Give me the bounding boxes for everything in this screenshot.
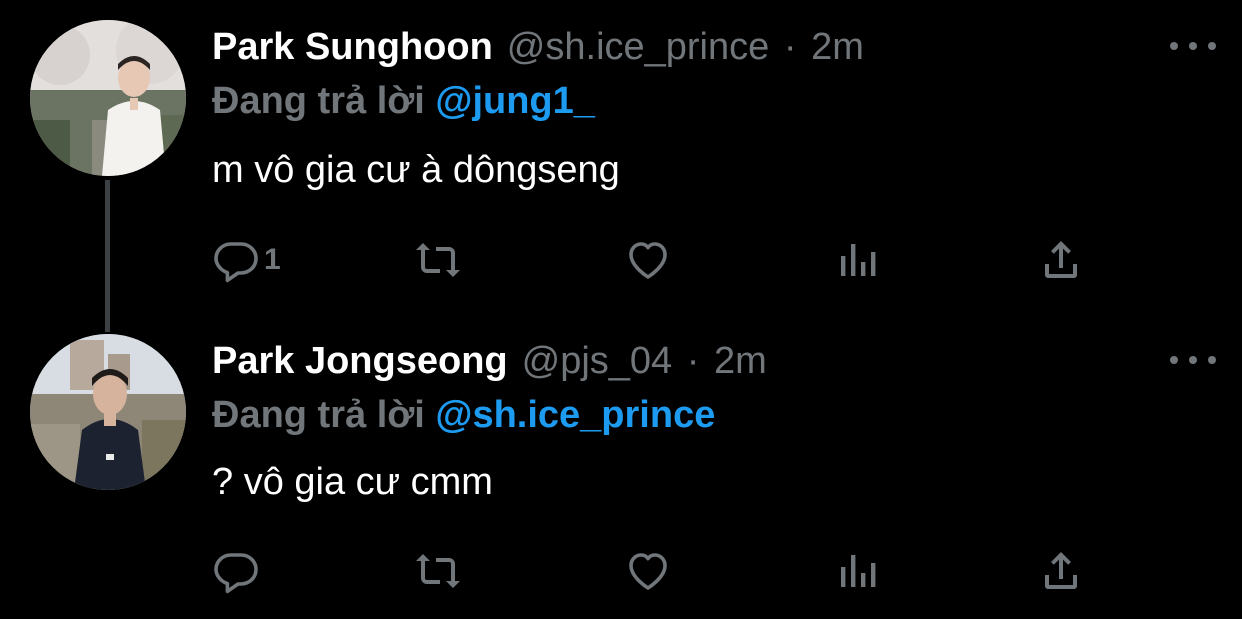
heart-icon [629,553,667,590]
replying-to: Đang trả lời @jung1_ [212,78,595,124]
tweet-actions [212,546,1112,596]
more-options-icon[interactable] [1170,36,1216,56]
avatar[interactable] [30,334,186,490]
replying-to-label: Đang trả lời [212,394,425,436]
retweet-icon [416,554,460,588]
reply-icon [214,553,258,594]
reply-button[interactable] [212,546,264,596]
share-icon [1045,552,1077,589]
timestamp[interactable]: 2m [714,340,767,382]
timestamp[interactable]: 2m [811,26,864,68]
user-photo-avatar-icon [30,334,186,490]
like-button[interactable] [624,546,672,596]
display-name[interactable]: Park Jongseong [212,340,508,382]
replying-to-handle[interactable]: @sh.ice_prince [435,394,715,436]
tweet-header: Park Sunghoon @sh.ice_prince · 2m [212,24,864,70]
tweet-text: ? vô gia cư cmm [212,461,493,503]
heart-icon [629,242,667,279]
reply-button[interactable]: 1 [212,235,281,285]
user-photo-avatar-icon [30,20,186,176]
analytics-button[interactable] [834,235,882,285]
share-button[interactable] [1037,546,1085,596]
tweet-text: m vô gia cư à dôngseng [212,149,620,191]
tweet-item[interactable]: Park Sunghoon @sh.ice_prince · 2m Đang tr… [0,0,1242,332]
share-icon [1045,241,1077,278]
tweet-header: Park Jongseong @pjs_04 · 2m [212,338,767,384]
more-options-icon[interactable] [1170,350,1216,370]
tweet-item[interactable]: Park Jongseong @pjs_04 · 2m Đang trả lời … [0,310,1242,619]
tweet-actions: 1 [212,235,1112,285]
replying-to-label: Đang trả lời [212,80,425,122]
retweet-icon [416,243,460,277]
like-button[interactable] [624,235,672,285]
avatar[interactable] [30,20,186,176]
retweet-button[interactable] [414,235,462,285]
analytics-icon [841,555,876,587]
handle[interactable]: @pjs_04 [522,340,673,382]
handle[interactable]: @sh.ice_prince [507,26,769,68]
replying-to-handle[interactable]: @jung1_ [435,80,595,122]
reply-icon [214,242,258,283]
display-name[interactable]: Park Sunghoon [212,26,493,68]
reply-count: 1 [264,243,281,276]
replying-to: Đang trả lời @sh.ice_prince [212,392,715,438]
retweet-button[interactable] [414,546,462,596]
analytics-icon [841,244,876,276]
separator: · [686,340,700,382]
share-button[interactable] [1037,235,1085,285]
separator: · [783,26,797,68]
analytics-button[interactable] [834,546,882,596]
